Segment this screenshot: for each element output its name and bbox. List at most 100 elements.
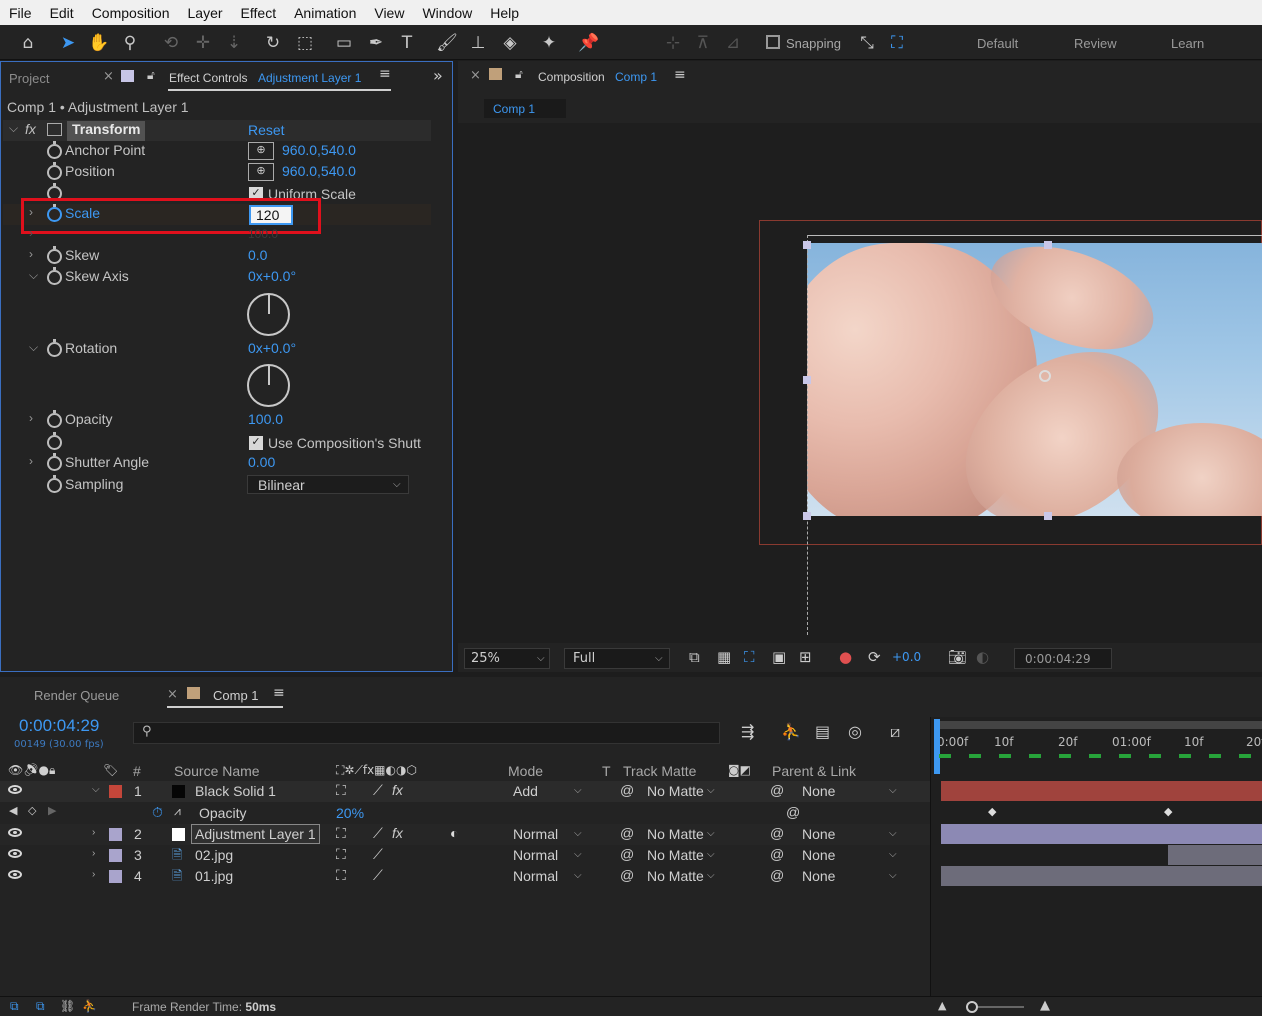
- menu-edit[interactable]: Edit: [41, 5, 83, 21]
- fast-previews-icon[interactable]: ⧉: [689, 648, 700, 666]
- pickwhip-icon[interactable]: @: [620, 825, 634, 841]
- label-color[interactable]: [109, 870, 122, 883]
- layer-image-preview[interactable]: [807, 243, 1262, 516]
- collapse-chevron-icon[interactable]: ⌵: [92, 784, 100, 795]
- opacity-value[interactable]: 100.0: [248, 411, 283, 427]
- snap-edges-icon[interactable]: ⤡: [854, 30, 880, 56]
- mask-visibility-icon[interactable]: ⛶: [744, 648, 755, 666]
- lock-icon[interactable]: 🔓︎: [515, 67, 523, 82]
- skew-value[interactable]: 0.0: [248, 247, 267, 263]
- shy-switch-icon[interactable]: ⛶: [336, 782, 346, 799]
- transform-handle[interactable]: [1044, 512, 1052, 520]
- local-axis-icon[interactable]: ⊹: [660, 30, 686, 56]
- track-matte-dropdown[interactable]: No Matte: [647, 783, 704, 799]
- composition-mini-flowchart-icon[interactable]: ⇶: [741, 722, 754, 741]
- visibility-eye-icon[interactable]: [8, 849, 22, 858]
- shy-switch-icon[interactable]: ⛶: [336, 825, 346, 842]
- snapshot-icon[interactable]: 📷︎: [948, 648, 967, 666]
- tab-composition[interactable]: Composition: [538, 70, 605, 84]
- roto-brush-icon[interactable]: ✦: [536, 30, 562, 56]
- layer-row-2[interactable]: › 2 Adjustment Layer 1 ⛶ ⟋ fx ◐ Normal ⌵…: [0, 824, 930, 845]
- zoom-slider-track[interactable]: [978, 1006, 1024, 1008]
- parent-pickwhip-icon[interactable]: @: [770, 825, 784, 841]
- current-time-indicator[interactable]: [934, 719, 940, 774]
- type-tool-icon[interactable]: T: [394, 30, 420, 56]
- layer-bar-4[interactable]: [941, 866, 1262, 886]
- layer-name[interactable]: 02.jpg: [195, 847, 233, 863]
- rotation-dial[interactable]: [247, 364, 290, 407]
- label-color[interactable]: [109, 785, 122, 798]
- layer-name[interactable]: Adjustment Layer 1: [191, 824, 320, 844]
- layer-bar-2[interactable]: [941, 824, 1262, 844]
- layer-row-4[interactable]: › 4 🗎 01.jpg ⛶ ⟋ Normal ⌵ @ No Matte ⌵ @…: [0, 866, 930, 887]
- current-time-display[interactable]: 0:00:04:29: [1014, 648, 1112, 669]
- quality-switch-icon[interactable]: ⟋: [373, 867, 383, 884]
- opacity-value[interactable]: 20%: [336, 805, 364, 821]
- blend-mode-dropdown[interactable]: Normal: [513, 868, 558, 884]
- in-out-toggle-icon[interactable]: ⛓: [60, 999, 75, 1013]
- panel-overflow-icon[interactable]: »: [433, 66, 443, 85]
- menu-composition[interactable]: Composition: [83, 5, 179, 21]
- transform-handle[interactable]: [803, 512, 811, 520]
- layer-name[interactable]: 01.jpg: [195, 868, 233, 884]
- effect-controls-layer-name[interactable]: Adjustment Layer 1: [258, 71, 361, 85]
- show-snapshot-icon[interactable]: ◐: [976, 648, 989, 666]
- visibility-eye-icon[interactable]: [8, 785, 22, 794]
- blend-mode-dropdown[interactable]: Add: [513, 783, 538, 799]
- pen-tool-icon[interactable]: ✒: [363, 30, 389, 56]
- blend-mode-dropdown[interactable]: Normal: [513, 847, 558, 863]
- collapse-chevron-icon[interactable]: ⌵: [29, 268, 38, 283]
- tab-render-queue[interactable]: Render Queue: [34, 688, 119, 703]
- layer-name[interactable]: Black Solid 1: [195, 783, 276, 799]
- parent-dropdown[interactable]: None: [802, 826, 835, 842]
- comp-subtab[interactable]: Comp 1: [484, 99, 566, 118]
- collapse-chevron-icon[interactable]: ⌵: [9, 121, 18, 136]
- layer-bar-3[interactable]: [1168, 845, 1262, 865]
- prev-keyframe-icon[interactable]: ◀: [9, 804, 17, 817]
- parent-dropdown[interactable]: None: [802, 847, 835, 863]
- pickwhip-icon[interactable]: @: [620, 782, 634, 798]
- tab-comp[interactable]: Comp 1: [213, 688, 259, 703]
- clone-stamp-icon[interactable]: ⊥: [465, 30, 491, 56]
- skew-axis-dial[interactable]: [247, 293, 290, 336]
- render-time-toggle-icon[interactable]: ⛹: [82, 999, 97, 1013]
- menu-file[interactable]: File: [0, 5, 41, 21]
- stopwatch-icon[interactable]: [47, 410, 62, 428]
- skew-axis-value[interactable]: 0x+0.0°: [248, 268, 296, 284]
- keyframe-icon[interactable]: ◆: [988, 805, 996, 818]
- expand-chevron-icon[interactable]: ›: [29, 247, 33, 261]
- time-graph[interactable]: 0:00f 10f 20f 01:00f 10f 20f ◆ ◆: [930, 717, 1262, 997]
- shy-switch-icon[interactable]: ⛶: [336, 846, 346, 863]
- shutter-angle-value[interactable]: 0.00: [248, 454, 275, 470]
- grid-guides-icon[interactable]: ⊞: [799, 648, 812, 666]
- world-axis-icon[interactable]: ⊼: [690, 30, 716, 56]
- shy-switch-icon[interactable]: ⛶: [336, 867, 346, 884]
- transform-handle[interactable]: [803, 376, 811, 384]
- quality-switch-icon[interactable]: ⟋: [373, 846, 383, 863]
- visibility-eye-icon[interactable]: [8, 828, 22, 837]
- rectangle-tool-icon[interactable]: ▭: [331, 30, 357, 56]
- layer-bar-1[interactable]: [941, 781, 1262, 801]
- snap-features-icon[interactable]: ⛶: [884, 30, 910, 56]
- quality-switch-icon[interactable]: ⟋: [373, 825, 383, 842]
- orbit-camera-icon[interactable]: ⟲: [158, 30, 184, 56]
- stopwatch-icon[interactable]: [47, 432, 62, 450]
- workspace-review[interactable]: Review: [1074, 36, 1117, 51]
- search-input[interactable]: ⚲: [133, 722, 720, 744]
- reset-link[interactable]: Reset: [248, 122, 285, 138]
- expand-chevron-icon[interactable]: ›: [29, 411, 33, 425]
- close-tab-icon[interactable]: ×: [103, 69, 114, 84]
- pickwhip-icon[interactable]: @: [620, 846, 634, 862]
- add-keyframe-icon[interactable]: ◇: [28, 804, 36, 817]
- workspace-learn[interactable]: Learn: [1171, 36, 1204, 51]
- home-icon[interactable]: ⌂: [15, 30, 41, 56]
- close-tab-icon[interactable]: ×: [470, 68, 481, 83]
- keyframe-icon[interactable]: ◆: [1164, 805, 1172, 818]
- position-value[interactable]: 960.0,540.0: [282, 163, 356, 179]
- use-comp-shutter-checkbox[interactable]: ✓: [249, 436, 263, 450]
- channel-icon[interactable]: ●: [839, 648, 852, 666]
- motion-blur-icon[interactable]: ◎: [848, 722, 862, 741]
- parent-pickwhip-icon[interactable]: @: [770, 846, 784, 862]
- composition-name[interactable]: Comp 1: [615, 70, 657, 84]
- graph-editor-icon[interactable]: ⧄: [890, 722, 900, 742]
